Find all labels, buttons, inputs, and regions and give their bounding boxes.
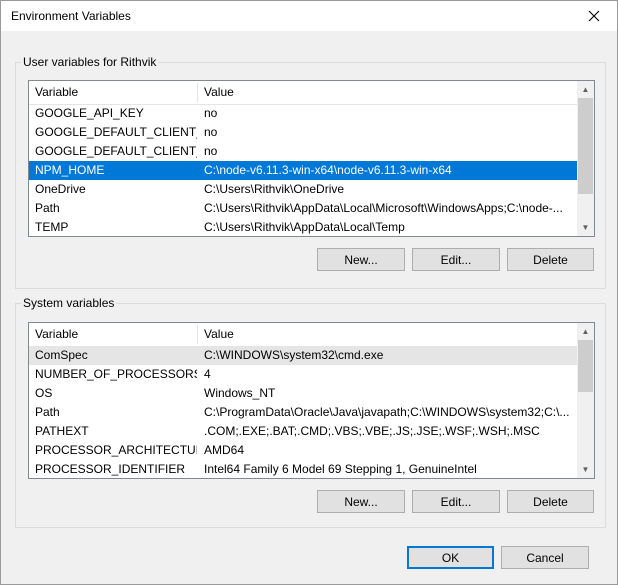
- variable-value: no: [204, 106, 218, 120]
- user-delete-button[interactable]: Delete: [507, 248, 594, 271]
- column-header-variable[interactable]: Variable: [29, 323, 197, 346]
- variable-value: C:\Users\Rithvik\AppData\Local\Microsoft…: [204, 201, 563, 215]
- user-edit-label: Edit...: [440, 252, 472, 267]
- system-delete-label: Delete: [533, 494, 568, 509]
- table-row[interactable]: NUMBER_OF_PROCESSORS 4: [29, 365, 577, 384]
- scroll-up-arrow-icon[interactable]: ▲: [577, 323, 594, 340]
- system-edit-button[interactable]: Edit...: [412, 490, 500, 513]
- variable-name: GOOGLE_API_KEY: [35, 106, 144, 120]
- variable-name: Path: [35, 405, 60, 419]
- user-list-header: Variable Value: [29, 81, 577, 105]
- system-variables-list[interactable]: Variable Value ComSpec C:\WINDOWS\system3…: [28, 322, 595, 479]
- scroll-down-arrow-icon[interactable]: ▼: [577, 219, 594, 236]
- environment-variables-dialog: Environment Variables User variables for…: [0, 0, 618, 585]
- table-row[interactable]: PROCESSOR_IDENTIFIER Intel64 Family 6 Mod…: [29, 460, 577, 478]
- scrollbar-thumb[interactable]: [578, 98, 593, 194]
- user-edit-button[interactable]: Edit...: [412, 248, 500, 271]
- user-new-button[interactable]: New...: [317, 248, 405, 271]
- variable-name: PATHEXT: [35, 424, 89, 438]
- system-variables-label: System variables: [21, 296, 117, 310]
- system-edit-label: Edit...: [440, 494, 472, 509]
- variable-name: PROCESSOR_ARCHITECTURE: [35, 443, 197, 457]
- column-header-variable[interactable]: Variable: [29, 81, 197, 104]
- title-bar: Environment Variables: [1, 1, 617, 31]
- table-row-selected[interactable]: NPM_HOME C:\node-v6.11.3-win-x64\node-v6.…: [29, 161, 577, 180]
- table-row-hover[interactable]: ComSpec C:\WINDOWS\system32\cmd.exe: [29, 346, 577, 365]
- variable-name: TEMP: [35, 220, 69, 234]
- variable-name: Path: [35, 201, 60, 215]
- variable-value: C:\Users\Rithvik\AppData\Local\Temp: [204, 220, 405, 234]
- column-header-value[interactable]: Value: [198, 323, 578, 346]
- table-row[interactable]: GOOGLE_API_KEY no: [29, 104, 577, 123]
- variable-value: C:\node-v6.11.3-win-x64\node-v6.11.3-win…: [204, 163, 452, 177]
- variable-value: .COM;.EXE;.BAT;.CMD;.VBS;.VBE;.JS;.JSE;.…: [204, 424, 540, 438]
- scrollbar-thumb[interactable]: [578, 340, 593, 392]
- table-row[interactable]: GOOGLE_DEFAULT_CLIENT_ID no: [29, 123, 577, 142]
- user-delete-label: Delete: [533, 252, 568, 267]
- variable-name: GOOGLE_DEFAULT_CLIENT_...: [35, 144, 197, 158]
- variable-value: C:\Users\Rithvik\OneDrive: [204, 182, 345, 196]
- variable-value: no: [204, 125, 218, 139]
- close-icon: [588, 10, 600, 22]
- table-row[interactable]: PROCESSOR_ARCHITECTURE AMD64: [29, 441, 577, 460]
- table-row[interactable]: OS Windows_NT: [29, 384, 577, 403]
- table-row[interactable]: TEMP C:\Users\Rithvik\AppData\Local\Temp: [29, 218, 577, 236]
- variable-name: OS: [35, 386, 53, 400]
- user-variables-list[interactable]: Variable Value GOOGLE_API_KEY no GOOGLE_D…: [28, 80, 595, 237]
- system-list-scrollbar[interactable]: ▲ ▼: [577, 323, 594, 478]
- user-new-label: New...: [344, 252, 378, 267]
- system-delete-button[interactable]: Delete: [507, 490, 594, 513]
- scroll-down-arrow-icon[interactable]: ▼: [577, 461, 594, 478]
- cancel-label: Cancel: [526, 550, 564, 565]
- table-row[interactable]: Path C:\Users\Rithvik\AppData\Local\Micro…: [29, 199, 577, 218]
- cancel-button[interactable]: Cancel: [501, 546, 589, 569]
- table-row[interactable]: GOOGLE_DEFAULT_CLIENT_... no: [29, 142, 577, 161]
- variable-name: ComSpec: [35, 348, 88, 362]
- close-button[interactable]: [571, 1, 617, 31]
- variable-name: GOOGLE_DEFAULT_CLIENT_ID: [35, 125, 197, 139]
- variable-name: NPM_HOME: [35, 163, 105, 177]
- user-variables-label: User variables for Rithvik: [21, 55, 159, 69]
- variable-name: NUMBER_OF_PROCESSORS: [35, 367, 197, 381]
- table-row[interactable]: Path C:\ProgramData\Oracle\Java\javapath;…: [29, 403, 577, 422]
- table-row[interactable]: PATHEXT .COM;.EXE;.BAT;.CMD;.VBS;.VBE;.JS…: [29, 422, 577, 441]
- user-list-scrollbar[interactable]: ▲ ▼: [577, 81, 594, 236]
- variable-value: 4: [204, 367, 211, 381]
- table-row[interactable]: OneDrive C:\Users\Rithvik\OneDrive: [29, 180, 577, 199]
- variable-value: AMD64: [204, 443, 245, 457]
- variable-value: C:\WINDOWS\system32\cmd.exe: [204, 348, 384, 362]
- user-list-rows: GOOGLE_API_KEY no GOOGLE_DEFAULT_CLIENT_I…: [29, 104, 577, 236]
- system-new-label: New...: [344, 494, 378, 509]
- variable-value: C:\ProgramData\Oracle\Java\javapath;C:\W…: [204, 405, 570, 419]
- system-new-button[interactable]: New...: [317, 490, 405, 513]
- variable-value: Windows_NT: [204, 386, 276, 400]
- variable-value: Intel64 Family 6 Model 69 Stepping 1, Ge…: [204, 462, 477, 476]
- variable-name: OneDrive: [35, 182, 86, 196]
- scroll-up-arrow-icon[interactable]: ▲: [577, 81, 594, 98]
- ok-button[interactable]: OK: [407, 546, 494, 569]
- ok-label: OK: [441, 550, 460, 565]
- column-header-value[interactable]: Value: [198, 81, 578, 104]
- variable-name: PROCESSOR_IDENTIFIER: [35, 462, 186, 476]
- variable-value: no: [204, 144, 218, 158]
- system-list-rows: ComSpec C:\WINDOWS\system32\cmd.exe NUMBE…: [29, 346, 577, 478]
- system-list-header: Variable Value: [29, 323, 577, 347]
- window-title: Environment Variables: [11, 9, 131, 23]
